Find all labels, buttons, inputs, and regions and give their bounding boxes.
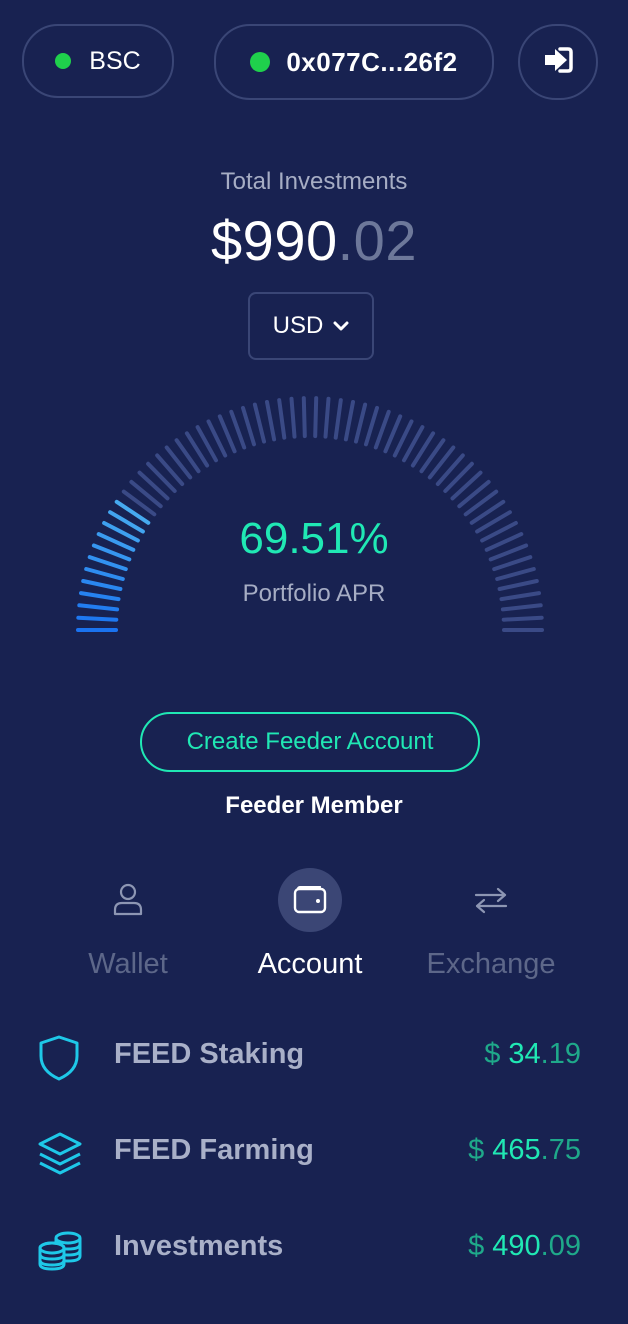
total-amount-main: $990 — [211, 209, 338, 272]
user-icon — [96, 868, 160, 932]
tab-wallet-label: Wallet — [88, 948, 168, 980]
gauge-tick-active — [84, 567, 125, 581]
list-item-investments[interactable]: Investments $490.09 — [0, 1210, 628, 1290]
gauge-tick — [501, 615, 544, 622]
apr-value: 69.51% — [239, 514, 389, 563]
coins-icon — [34, 1226, 86, 1274]
gauge-tick — [301, 396, 307, 439]
gauge-tick — [364, 405, 379, 447]
membership-label: Feeder Member — [225, 792, 403, 819]
amount-integer: 34 — [508, 1038, 541, 1070]
layers-icon — [34, 1130, 86, 1178]
amount-currency: $ — [468, 1230, 485, 1262]
gauge-tick — [373, 409, 391, 450]
list-item-label: FEED Farming — [114, 1134, 314, 1166]
tab-exchange[interactable]: Exchange — [391, 866, 591, 990]
amount-integer: 465 — [492, 1134, 541, 1166]
wallet-address: 0x077C...26f2 — [286, 46, 458, 77]
list-item-feed-farming[interactable]: FEED Farming $465.75 — [0, 1114, 628, 1194]
wallet-address-button[interactable]: 0x077C...26f2 — [214, 24, 494, 100]
amount-decimal: .09 — [540, 1230, 581, 1262]
gauge-tick — [333, 398, 343, 440]
list-item-label: FEED Staking — [114, 1038, 305, 1070]
gauge-tick — [354, 402, 368, 444]
chevron-down-icon — [333, 320, 349, 332]
total-amount-cents: .02 — [337, 209, 417, 272]
tab-exchange-label: Exchange — [426, 948, 556, 980]
network-selector[interactable]: BSC — [22, 24, 174, 98]
shield-icon — [34, 1034, 86, 1082]
wallet-icon — [278, 868, 342, 932]
network-label: BSC — [89, 46, 141, 75]
gauge-tick — [241, 405, 256, 447]
gauge-tick — [313, 396, 319, 439]
exchange-arrows-icon — [459, 868, 523, 932]
list-item-amount: $465.75 — [468, 1134, 581, 1167]
apr-label: Portfolio APR — [242, 580, 386, 607]
gauge-tick — [289, 396, 297, 439]
gauge-tick — [229, 409, 247, 450]
gauge-tick — [252, 402, 266, 444]
gauge-tick — [265, 400, 277, 442]
amount-integer: 490 — [492, 1230, 541, 1262]
amount-decimal: .19 — [540, 1038, 581, 1070]
sign-out-icon — [543, 46, 573, 78]
list-item-label: Investments — [114, 1230, 284, 1262]
network-status-dot — [55, 53, 72, 69]
total-investments-label: Total Investments — [220, 168, 408, 195]
tab-wallet[interactable]: Wallet — [28, 866, 228, 990]
app-screen: BSC 0x077C...26f2 Total Investments $990… — [0, 0, 628, 1324]
list-item-feed-staking[interactable]: FEED Staking $34.19 — [0, 1018, 628, 1098]
amount-currency: $ — [484, 1038, 501, 1070]
list-item-amount: $34.19 — [484, 1038, 581, 1071]
currency-label: USD — [272, 312, 324, 339]
logout-button[interactable] — [518, 24, 598, 100]
tab-account[interactable]: Account — [210, 866, 410, 990]
create-feeder-account-button[interactable]: Create Feeder Account — [140, 712, 480, 772]
gauge-tick — [495, 567, 536, 581]
gauge-tick — [323, 396, 331, 439]
total-investments-value: $990.02 — [0, 208, 628, 274]
gauge-tick — [343, 400, 355, 442]
gauge-tick-active — [76, 615, 119, 622]
list-item-amount: $490.09 — [468, 1230, 581, 1263]
tab-account-label: Account — [257, 948, 363, 980]
connection-status-dot — [250, 52, 271, 72]
currency-dropdown[interactable]: USD — [248, 292, 374, 360]
gauge-tick — [277, 398, 287, 440]
amount-currency: $ — [468, 1134, 485, 1166]
amount-decimal: .75 — [540, 1134, 581, 1166]
